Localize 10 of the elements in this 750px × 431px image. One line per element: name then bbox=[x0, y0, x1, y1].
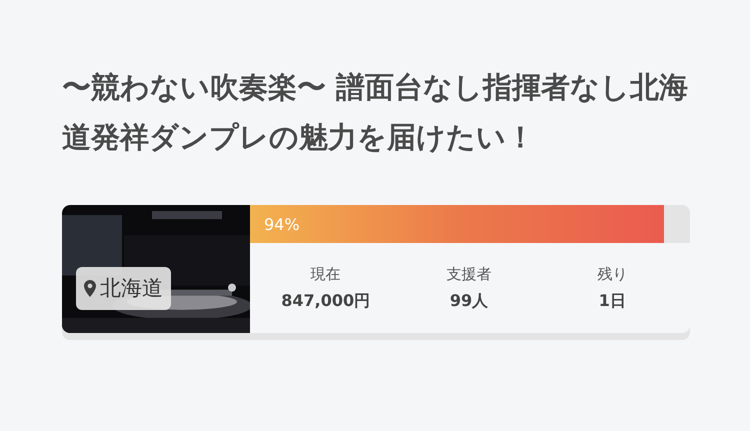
stat-label: 残り bbox=[597, 264, 628, 285]
location-pin-icon bbox=[84, 280, 96, 297]
stat-value: 847,000円 bbox=[281, 290, 370, 312]
stat-label: 支援者 bbox=[446, 264, 492, 285]
project-title: 〜競わない吹奏楽〜 譜面台なし指揮者なし北海道発祥ダンプレの魅力を届けたい！ bbox=[62, 69, 690, 156]
progress-percent: 94% bbox=[264, 214, 300, 236]
stat-label: 現在 bbox=[310, 264, 341, 285]
location-label: 北海道 bbox=[100, 274, 163, 302]
stat-value: 1日 bbox=[598, 290, 626, 312]
stat-value: 99人 bbox=[450, 290, 488, 312]
